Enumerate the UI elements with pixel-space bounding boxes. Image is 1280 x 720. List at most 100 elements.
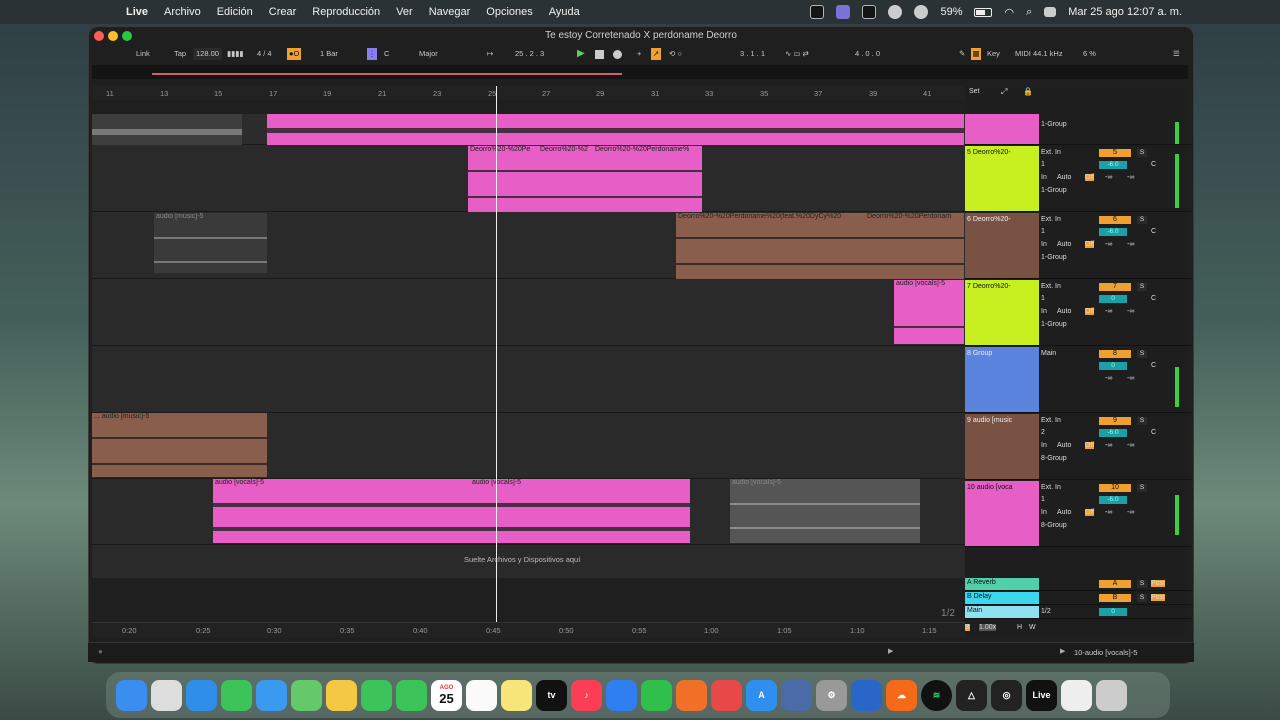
scale-field[interactable]: Major [419,48,438,60]
track-header[interactable] [965,114,1039,144]
send-a[interactable]: -∞ [1105,509,1112,516]
input-channel[interactable]: 1 [1041,228,1045,235]
time-ruler[interactable]: 0:20 0:25 0:30 0:35 0:40 0:45 0:50 0:55 … [92,622,965,638]
audio-clip[interactable]: audio [vocals]-5 [894,280,964,344]
menu-reproduccion[interactable]: Reproducción [312,6,380,18]
monitor-auto[interactable]: Auto [1057,241,1071,248]
audio-clip[interactable]: audio [vocals]-5 [730,479,920,543]
solo-button[interactable]: S [1137,580,1147,588]
notes-icon[interactable] [501,679,532,711]
output-routing[interactable]: 1-Group [1041,321,1067,328]
pan-field[interactable]: C [1151,295,1156,302]
send-b[interactable]: -∞ [1127,375,1134,382]
safari-icon[interactable] [186,679,217,711]
monitor-in[interactable]: In [1041,509,1047,516]
keynote-icon[interactable] [606,679,637,711]
monitor-in[interactable]: In [1041,308,1047,315]
track-header[interactable]: A Reverb [965,578,1039,590]
app-store-icon[interactable]: A [746,679,777,711]
audio-clip[interactable]: Deorro%20-%20Pe Deorro%20-%2 Deorro%20-%… [468,146,702,212]
input-type[interactable]: Ext. In [1041,149,1061,156]
monitor-auto[interactable]: Auto [1057,442,1071,449]
volume-field[interactable]: -6.0 [1099,228,1127,236]
menu-ayuda[interactable]: Ayuda [549,6,580,18]
menu-edicion[interactable]: Edición [217,6,253,18]
w-button[interactable]: W [1029,624,1036,631]
h-button[interactable]: H [1017,624,1022,631]
settings-icon[interactable]: ⚙ [816,679,847,711]
send-b[interactable]: -∞ [1127,241,1134,248]
track-header[interactable]: 10 audio [voca [965,481,1039,546]
b-button[interactable]: B [965,624,970,631]
solo-button[interactable]: S [1137,417,1147,425]
solo-button[interactable]: S [1137,594,1147,602]
menu-crear[interactable]: Crear [269,6,297,18]
volume-field[interactable]: -6.0 [1099,161,1127,169]
clock[interactable]: Mar 25 ago 12:07 a. m. [1068,6,1182,18]
monitor-auto[interactable]: Auto [1057,308,1071,315]
monitor-in[interactable]: In [1041,174,1047,181]
rocket-icon[interactable] [711,679,742,711]
send-a[interactable]: -∞ [1105,442,1112,449]
audio-clip[interactable]: ... audio [music]-5 [92,413,267,477]
track-header[interactable]: Main [965,606,1039,618]
return-activator[interactable]: A [1099,580,1131,588]
key-map-label[interactable]: Key [987,48,1000,60]
facetime-icon[interactable] [361,679,392,711]
photos-icon[interactable] [326,679,357,711]
output-routing[interactable]: Main [1041,350,1056,357]
track-activator[interactable]: 8 [1099,350,1131,358]
pan-field[interactable]: C [1151,161,1156,168]
menu-navegar[interactable]: Navegar [429,6,471,18]
tempo-field[interactable]: 128.00 [193,48,222,60]
song-position[interactable]: 25 . 2 . 3 [515,48,544,60]
input-type[interactable]: Ext. In [1041,484,1061,491]
spotify-icon[interactable]: ≋ [921,679,952,711]
minimize-button[interactable] [108,31,118,41]
close-button[interactable] [94,31,104,41]
playhead[interactable] [496,86,497,624]
output-routing[interactable]: 1-Group [1041,121,1067,128]
output-routing[interactable]: 8-Group [1041,455,1067,462]
loop-icon[interactable]: ⟲ ○ [669,48,682,60]
send-b[interactable]: -∞ [1127,308,1134,315]
set-button[interactable]: Set [969,88,980,95]
output-routing[interactable]: 8-Group [1041,522,1067,529]
nudge-icon[interactable]: ▮▮▮▮ [227,48,244,60]
metronome-button[interactable]: ●O [287,48,302,60]
play-button[interactable]: ▶ [577,48,585,60]
loop-length[interactable]: 4 . 0 . 0 [855,48,880,60]
zoom-button[interactable] [122,31,132,41]
track-lane[interactable] [92,347,965,413]
stop-button[interactable] [595,50,604,59]
input-type[interactable]: Ext. In [1041,283,1061,290]
track-activator[interactable]: 9 [1099,417,1131,425]
info-toggle-icon[interactable]: ● [98,647,103,656]
link-button[interactable]: Link [136,48,150,60]
volume-field[interactable]: 0 [1099,295,1127,303]
track-lane[interactable]: Deorro%20-%20Pe Deorro%20-%2 Deorro%20-%… [92,146,965,212]
lock-icon[interactable]: 🔒 [1023,87,1033,96]
send-a[interactable]: -∞ [1105,174,1112,181]
draw-mode-icon[interactable]: ✎ [959,48,965,60]
key-field[interactable]: C [384,48,389,60]
track-header[interactable]: 7 Deorro%20- [965,280,1039,345]
expand-clip-icon[interactable]: ▶ [888,647,893,655]
menu-app-name[interactable]: Live [126,6,148,18]
meter-field[interactable]: 4 / 4 [257,48,272,60]
track-lane[interactable]: audio [vocals]-5 [92,280,965,346]
return-activator[interactable]: B [1099,594,1131,602]
monitor-auto[interactable]: Auto [1057,509,1071,516]
arrangement-view[interactable]: Deorro%20-%20Pe Deorro%20-%2 Deorro%20-%… [92,114,965,578]
input-channel[interactable]: 2 [1041,429,1045,436]
send-b[interactable]: -∞ [1127,442,1134,449]
solo-button[interactable]: S [1137,283,1147,291]
monitor-off[interactable]: Off [1085,241,1095,248]
post-button[interactable]: Post [1151,580,1166,587]
track-activator[interactable]: 6 [1099,216,1131,224]
audio-clip[interactable]: audio [music]-5 [154,213,267,273]
maps-icon[interactable] [291,679,322,711]
control-center-icon[interactable] [1044,7,1057,17]
post-button[interactable]: Post [1151,594,1166,601]
soundcloud-icon[interactable]: ☁ [886,679,917,711]
